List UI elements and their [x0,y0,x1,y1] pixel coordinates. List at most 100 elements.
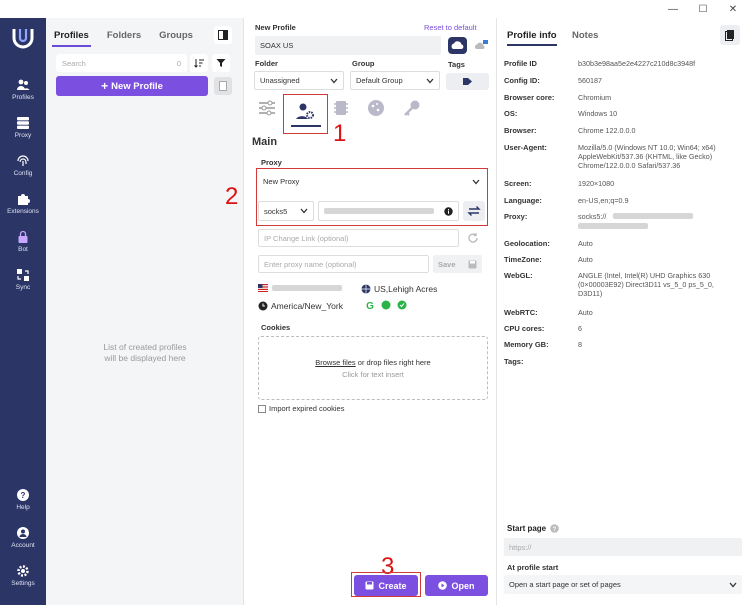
proxy-type-value: socks5 [264,206,288,216]
chevron-down-icon [729,582,737,587]
cookie-icon[interactable] [366,98,386,118]
save-label: Save [438,259,456,269]
nav-settings[interactable]: Settings [0,564,46,587]
start-page-label: Start page [507,524,547,533]
swap-button[interactable] [463,201,485,221]
gear-icon [17,565,29,577]
empty-line-1: List of created profiles [103,342,187,352]
profile-name-input[interactable]: SOAX US [255,36,441,55]
clock-icon [258,301,268,311]
at-start-select[interactable]: Open a start page or set of pages [504,575,742,594]
panel-icon [218,30,228,40]
maximize-button[interactable]: ☐ [688,4,718,15]
people-icon [17,79,30,90]
reset-link[interactable]: Reset to default [424,23,477,32]
ip-change-link-input[interactable]: IP Change Link (optional) [258,229,459,247]
chip-icon[interactable] [331,98,351,118]
tab-profile-info[interactable]: Profile info [507,30,557,46]
close-button[interactable]: ✕ [718,4,748,15]
proxy-name-input[interactable]: Enter proxy name (optional) [258,255,429,273]
proxy-select[interactable]: New Proxy [258,172,485,191]
info-key: CPU cores: [504,324,545,333]
nav-label: Help [16,504,30,511]
tab-groups[interactable]: Groups [157,24,195,47]
at-start-label: At profile start [507,563,559,572]
nav-account[interactable]: Account [0,526,46,549]
proxy-type-select[interactable]: socks5 [258,201,314,221]
copy-button[interactable] [720,25,740,45]
chevron-down-icon [426,78,434,83]
nav-profiles[interactable]: Profiles [0,78,46,101]
key-icon[interactable] [402,98,422,118]
cloud-icon [451,41,464,49]
info-value: 1920×1080 [578,179,615,188]
blurred-address [324,208,434,214]
info-key: WebGL: [504,271,533,280]
group-label: Group [352,59,375,68]
open-button[interactable]: Open [425,575,488,596]
cookies-dropzone[interactable]: Browse files or drop files right here Cl… [258,336,488,400]
info-value: Chrome 122.0.0.0 [578,126,636,135]
blurred-ip [272,285,342,291]
bulk-button[interactable] [214,77,232,95]
sort-button[interactable] [190,54,208,72]
create-label: Create [378,580,407,591]
help-icon: ? [17,489,29,501]
chevron-down-icon [300,208,308,214]
save-proxy-button[interactable]: Save [433,255,482,273]
tab-folders[interactable]: Folders [105,24,143,47]
nav-config[interactable]: Config [0,154,46,177]
info-value: Auto [578,308,593,317]
settings-sliders-icon[interactable] [257,98,277,118]
user-gear-icon[interactable] [295,101,315,121]
google-icon[interactable]: G [365,300,375,310]
info-value: ANGLE (Intel, Intel(R) UHD Graphics 630 … [578,271,714,298]
chevron-down-icon [330,78,338,83]
shield-check-icon[interactable] [381,300,391,310]
nav-extensions[interactable]: Extensions [0,192,46,215]
cloud-button[interactable] [448,37,467,54]
check-circle-icon[interactable] [397,300,407,310]
nav-bot[interactable]: Bot [0,230,46,253]
search-input[interactable]: Search 0 [56,54,187,72]
folder-value: Unassigned [260,76,300,85]
nav-proxy[interactable]: Proxy [0,116,46,139]
import-expired-checkbox[interactable]: Import expired cookies [258,404,344,414]
profile-name-value: SOAX US [260,41,294,50]
browse-files-link[interactable]: Browse files [315,358,355,367]
tag-icon [463,78,472,85]
cloud-lock-icon[interactable] [473,38,489,52]
info-key: Proxy: [504,212,528,221]
folder-select[interactable]: Unassigned [254,71,344,90]
info-value: b30b3e98aa5e2e4227c210d8c3948f [578,59,696,68]
info-value: Auto [578,255,593,264]
info-value: en-US,en;q=0.9 [578,196,629,205]
active-tab-underline [291,125,321,127]
tab-profiles[interactable]: Profiles [52,24,91,47]
start-page-input[interactable]: https:// [504,538,742,556]
server-icon [17,117,29,129]
new-profile-label: New Profile [111,80,163,92]
refresh-icon[interactable] [467,232,479,244]
search-count: 0 [176,59,181,68]
info-icon [444,206,453,216]
minimize-button[interactable]: — [658,4,688,15]
tags-button[interactable] [446,73,489,90]
create-button[interactable]: Create [354,575,418,596]
new-profile-button[interactable]: + New Profile [56,76,208,96]
filter-button[interactable] [212,54,230,72]
checkbox[interactable] [258,405,266,414]
search-placeholder: Search [62,59,86,68]
nav-sync[interactable]: Sync [0,268,46,291]
panel-toggle-button[interactable] [214,26,232,44]
info-key: OS: [504,109,518,118]
nav-label: Bot [18,246,28,253]
timezone-row: America/New_York [258,301,343,311]
group-select[interactable]: Default Group [350,71,440,90]
section-title: Main [252,136,278,148]
floppy-icon [468,260,477,268]
proxy-address-input[interactable] [318,201,459,221]
info-value: socks5:// [578,212,607,221]
tab-notes[interactable]: Notes [572,30,598,41]
nav-help[interactable]: ? Help [0,488,46,511]
